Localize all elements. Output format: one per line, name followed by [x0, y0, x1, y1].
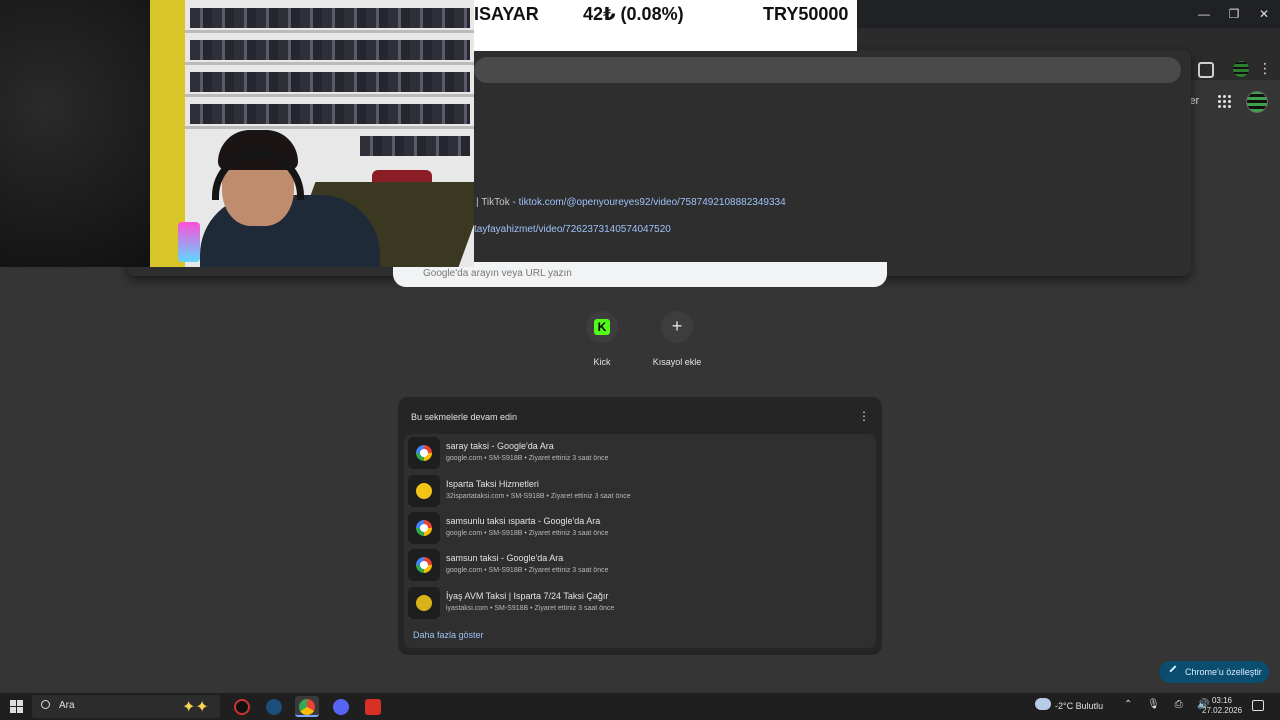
tab-title: samsunlu taksi ısparta - Google'da Ara: [446, 516, 601, 526]
close-button[interactable]: ✕: [1244, 4, 1280, 24]
address-bar[interactable]: [474, 57, 1181, 83]
taxi-site-icon: [408, 475, 440, 507]
tab-list: saray taksi - Google'da Ara google.com •…: [404, 434, 876, 648]
ticker-change: 42₺ (0.08%): [583, 4, 684, 24]
taskbar-app-obs[interactable]: [230, 696, 254, 717]
tab-title: saray taksi - Google'da Ara: [446, 441, 554, 451]
pencil-icon: [1169, 665, 1181, 677]
customize-label: Chrome'u özelleştir: [1185, 667, 1262, 677]
shortcut-label: Kick: [593, 357, 611, 367]
taskbar-app-steam[interactable]: [262, 696, 286, 717]
suggestion-prefix: | TikTok -: [476, 197, 519, 208]
taskbar-app-discord[interactable]: [329, 696, 353, 717]
shortcut-kick[interactable]: K Kick: [562, 311, 642, 367]
browser-menu-icon[interactable]: ⋮: [1258, 60, 1272, 77]
extensions-icon[interactable]: [1198, 62, 1214, 78]
shortcut-add[interactable]: + Kısayol ekle: [637, 311, 717, 367]
tab-row[interactable]: samsunlu taksi ısparta - Google'da Ara g…: [408, 509, 872, 545]
tab-row[interactable]: saray taksi - Google'da Ara google.com •…: [408, 434, 872, 470]
clock-time: 03:16: [1211, 696, 1233, 705]
taskbar-search[interactable]: Ara ✦✦: [32, 695, 220, 718]
tab-row[interactable]: İyaş AVM Taksi | Isparta 7/24 Taksi Çağı…: [408, 584, 872, 620]
stock-ticker: ISAYAR 42₺ (0.08%) TRY50000: [474, 0, 857, 51]
tab-title: Isparta Taksi Hizmetleri: [446, 479, 539, 489]
clock-date: 27.02.2026: [1202, 706, 1243, 715]
card-title: Bu sekmelerle devam edin: [411, 412, 518, 422]
kick-icon: K: [594, 319, 610, 335]
ticker-amount: TRY50000: [763, 4, 849, 24]
ticker-symbol: ISAYAR: [474, 4, 539, 24]
tab-meta: google.com • SM-S918B • Ziyaret ettiniz …: [446, 567, 609, 574]
tab-meta: 32ispartataksi.com • SM-S918B • Ziyaret …: [446, 493, 631, 500]
copilot-sparkle-icon[interactable]: ✦✦: [182, 697, 209, 717]
customize-chrome-button[interactable]: Chrome'u özelleştir: [1159, 661, 1269, 683]
tab-meta: google.com • SM-S918B • Ziyaret ettiniz …: [446, 455, 609, 462]
search-placeholder: Google'da arayın veya URL yazın: [423, 268, 572, 279]
shortcut-tile: K: [586, 311, 618, 343]
suggestion-url: tiktok.com/@openyoureyes92/video/7587492…: [518, 197, 786, 208]
chrome-icon: [299, 699, 315, 715]
taskbar-app-other[interactable]: [361, 696, 385, 717]
continue-tabs-card: Bu sekmelerle devam edin ⋮ saray taksi -…: [398, 397, 882, 655]
taskbar-search-label: Ara: [59, 700, 75, 711]
weather-icon[interactable]: [1035, 698, 1051, 710]
google-icon: [408, 512, 440, 544]
tab-row[interactable]: samsun taksi - Google'da Ara google.com …: [408, 546, 872, 582]
plus-icon: +: [671, 316, 683, 336]
google-apps-icon[interactable]: [1218, 95, 1232, 109]
notification-icon[interactable]: [1252, 700, 1264, 711]
taskbar: Ara ✦✦ -2°C Bulutlu ⌃ 🎙 ⎙ 🔊 03:16 27.02.…: [0, 693, 1280, 720]
google-icon: [408, 437, 440, 469]
webcam-overlay: [0, 0, 474, 267]
clock[interactable]: 03:16 27.02.2026: [1202, 696, 1242, 716]
taxi-site-icon: [408, 587, 440, 619]
suggestion-item[interactable]: tayfayahizmet/video/7262373140574047520: [474, 224, 671, 235]
tab-title: İyaş AVM Taksi | Isparta 7/24 Taksi Çağı…: [446, 591, 609, 601]
tab-meta: iyastaksi.com • SM-S918B • Ziyaret ettin…: [446, 605, 615, 612]
suggestion-url: tayfayahizmet/video/7262373140574047520: [474, 224, 671, 235]
app-icon: [365, 699, 381, 715]
tab-row[interactable]: Isparta Taksi Hizmetleri 32ispartataksi.…: [408, 472, 872, 508]
show-more-link[interactable]: Daha fazla göster: [413, 630, 484, 640]
discord-icon: [333, 699, 349, 715]
obs-icon: [234, 699, 250, 715]
tab-title: samsun taksi - Google'da Ara: [446, 553, 564, 563]
profile-icon[interactable]: [1233, 61, 1249, 77]
search-icon: [41, 700, 50, 709]
windows-start-icon[interactable]: [10, 700, 23, 713]
google-icon: [408, 549, 440, 581]
shortcut-tile: +: [661, 311, 693, 343]
tab-meta: google.com • SM-S918B • Ziyaret ettiniz …: [446, 530, 609, 537]
shortcut-label: Kısayol ekle: [652, 357, 702, 367]
card-menu-icon[interactable]: ⋮: [858, 409, 870, 423]
steam-icon: [266, 699, 282, 715]
suggestion-item[interactable]: | TikTok - tiktok.com/@openyoureyes92/vi…: [476, 197, 786, 208]
account-avatar[interactable]: [1246, 91, 1268, 113]
taskbar-app-chrome[interactable]: [295, 696, 319, 717]
weather-text[interactable]: -2°C Bulutlu: [1055, 701, 1103, 711]
